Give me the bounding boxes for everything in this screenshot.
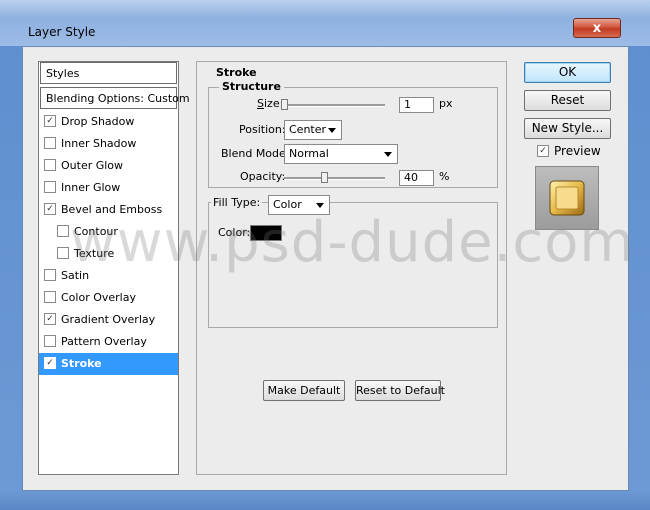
satin-checkbox[interactable] [44,269,56,281]
gold-square-preview [549,180,585,216]
inner-glow-checkbox[interactable] [44,181,56,193]
title-bar[interactable]: Layer Style x [0,0,650,46]
preview-label: Preview [554,144,601,158]
window-title: Layer Style [28,25,96,39]
opacity-slider-thumb[interactable] [321,172,329,183]
fill-type-value: Color [273,198,302,211]
drop-shadow-checkbox[interactable]: ✓ [44,115,56,127]
contour-checkbox[interactable] [57,225,69,237]
close-button[interactable]: x [573,18,621,38]
position-value: Center [289,123,327,136]
reset-to-default-button[interactable]: Reset to Default [355,380,445,401]
opacity-slider-track[interactable] [284,177,385,180]
opacity-input[interactable]: 40 [399,170,434,186]
style-item-satin[interactable]: Satin [39,265,178,287]
size-slider-thumb[interactable] [281,99,288,110]
make-default-button[interactable]: Make Default [263,380,345,401]
ok-button[interactable]: OK [524,62,611,83]
gradient-overlay-checkbox[interactable]: ✓ [44,313,56,325]
fill-type-select[interactable]: Color [268,195,330,215]
window-bottom-frame [0,491,650,510]
style-item-pattern-overlay[interactable]: Pattern Overlay [39,331,178,353]
structure-title: Structure [219,80,284,93]
styles-header[interactable]: Styles [40,62,177,84]
styles-list: Styles Blending Options: Custom ✓ Drop Sh… [38,61,190,475]
color-swatch[interactable] [250,225,282,241]
style-item-drop-shadow[interactable]: ✓ Drop Shadow [39,111,178,133]
chevron-down-icon [384,152,392,157]
fill-group: Fill Type: Color Color: [208,195,498,328]
opacity-label: Opacity: [240,170,286,183]
inner-shadow-checkbox[interactable] [44,137,56,149]
stroke-group: Stroke Structure Size: 1 px Position: Ce… [196,61,507,475]
bevel-emboss-checkbox[interactable]: ✓ [44,203,56,215]
position-label: Position: [239,123,286,136]
pattern-overlay-checkbox[interactable] [44,335,56,347]
new-style-button[interactable]: New Style... [524,118,611,139]
style-item-color-overlay[interactable]: Color Overlay [39,287,178,309]
blending-options-item[interactable]: Blending Options: Custom [40,87,190,109]
chevron-down-icon [328,128,336,133]
size-label: Size: [257,97,284,110]
fill-type-label: Fill Type: [211,196,263,209]
stroke-checkbox[interactable]: ✓ [44,357,56,369]
blend-mode-label: Blend Mode: [221,147,290,160]
position-select[interactable]: Center [284,120,342,140]
style-item-bevel-emboss[interactable]: ✓ Bevel and Emboss [39,199,178,221]
blend-mode-select[interactable]: Normal [284,144,398,164]
outer-glow-checkbox[interactable] [44,159,56,171]
style-item-texture[interactable]: Texture [39,243,178,265]
size-slider-track[interactable] [284,104,385,107]
dialog-client: Styles Blending Options: Custom ✓ Drop Sh… [22,46,629,491]
chevron-down-icon [316,203,324,208]
style-item-outer-glow[interactable]: Outer Glow [39,155,178,177]
style-preview-thumbnail [535,166,599,230]
preview-checkbox[interactable]: ✓ [537,144,549,157]
size-unit: px [439,97,453,110]
size-input[interactable]: 1 [399,97,434,113]
opacity-unit: % [439,170,450,183]
style-item-contour[interactable]: Contour [39,221,178,243]
style-item-gradient-overlay[interactable]: ✓ Gradient Overlay [39,309,178,331]
texture-checkbox[interactable] [57,247,69,259]
style-item-inner-glow[interactable]: Inner Glow [39,177,178,199]
style-item-stroke[interactable]: ✓ Stroke [39,353,178,375]
style-item-inner-shadow[interactable]: Inner Shadow [39,133,178,155]
blend-mode-value: Normal [289,147,329,160]
reset-button[interactable]: Reset [524,90,611,111]
color-overlay-checkbox[interactable] [44,291,56,303]
preview-option[interactable]: ✓ Preview [537,144,601,158]
color-label: Color: [218,226,251,239]
structure-group: Structure Size: 1 px Position: Center Bl… [208,80,498,188]
stroke-title: Stroke [215,66,258,79]
